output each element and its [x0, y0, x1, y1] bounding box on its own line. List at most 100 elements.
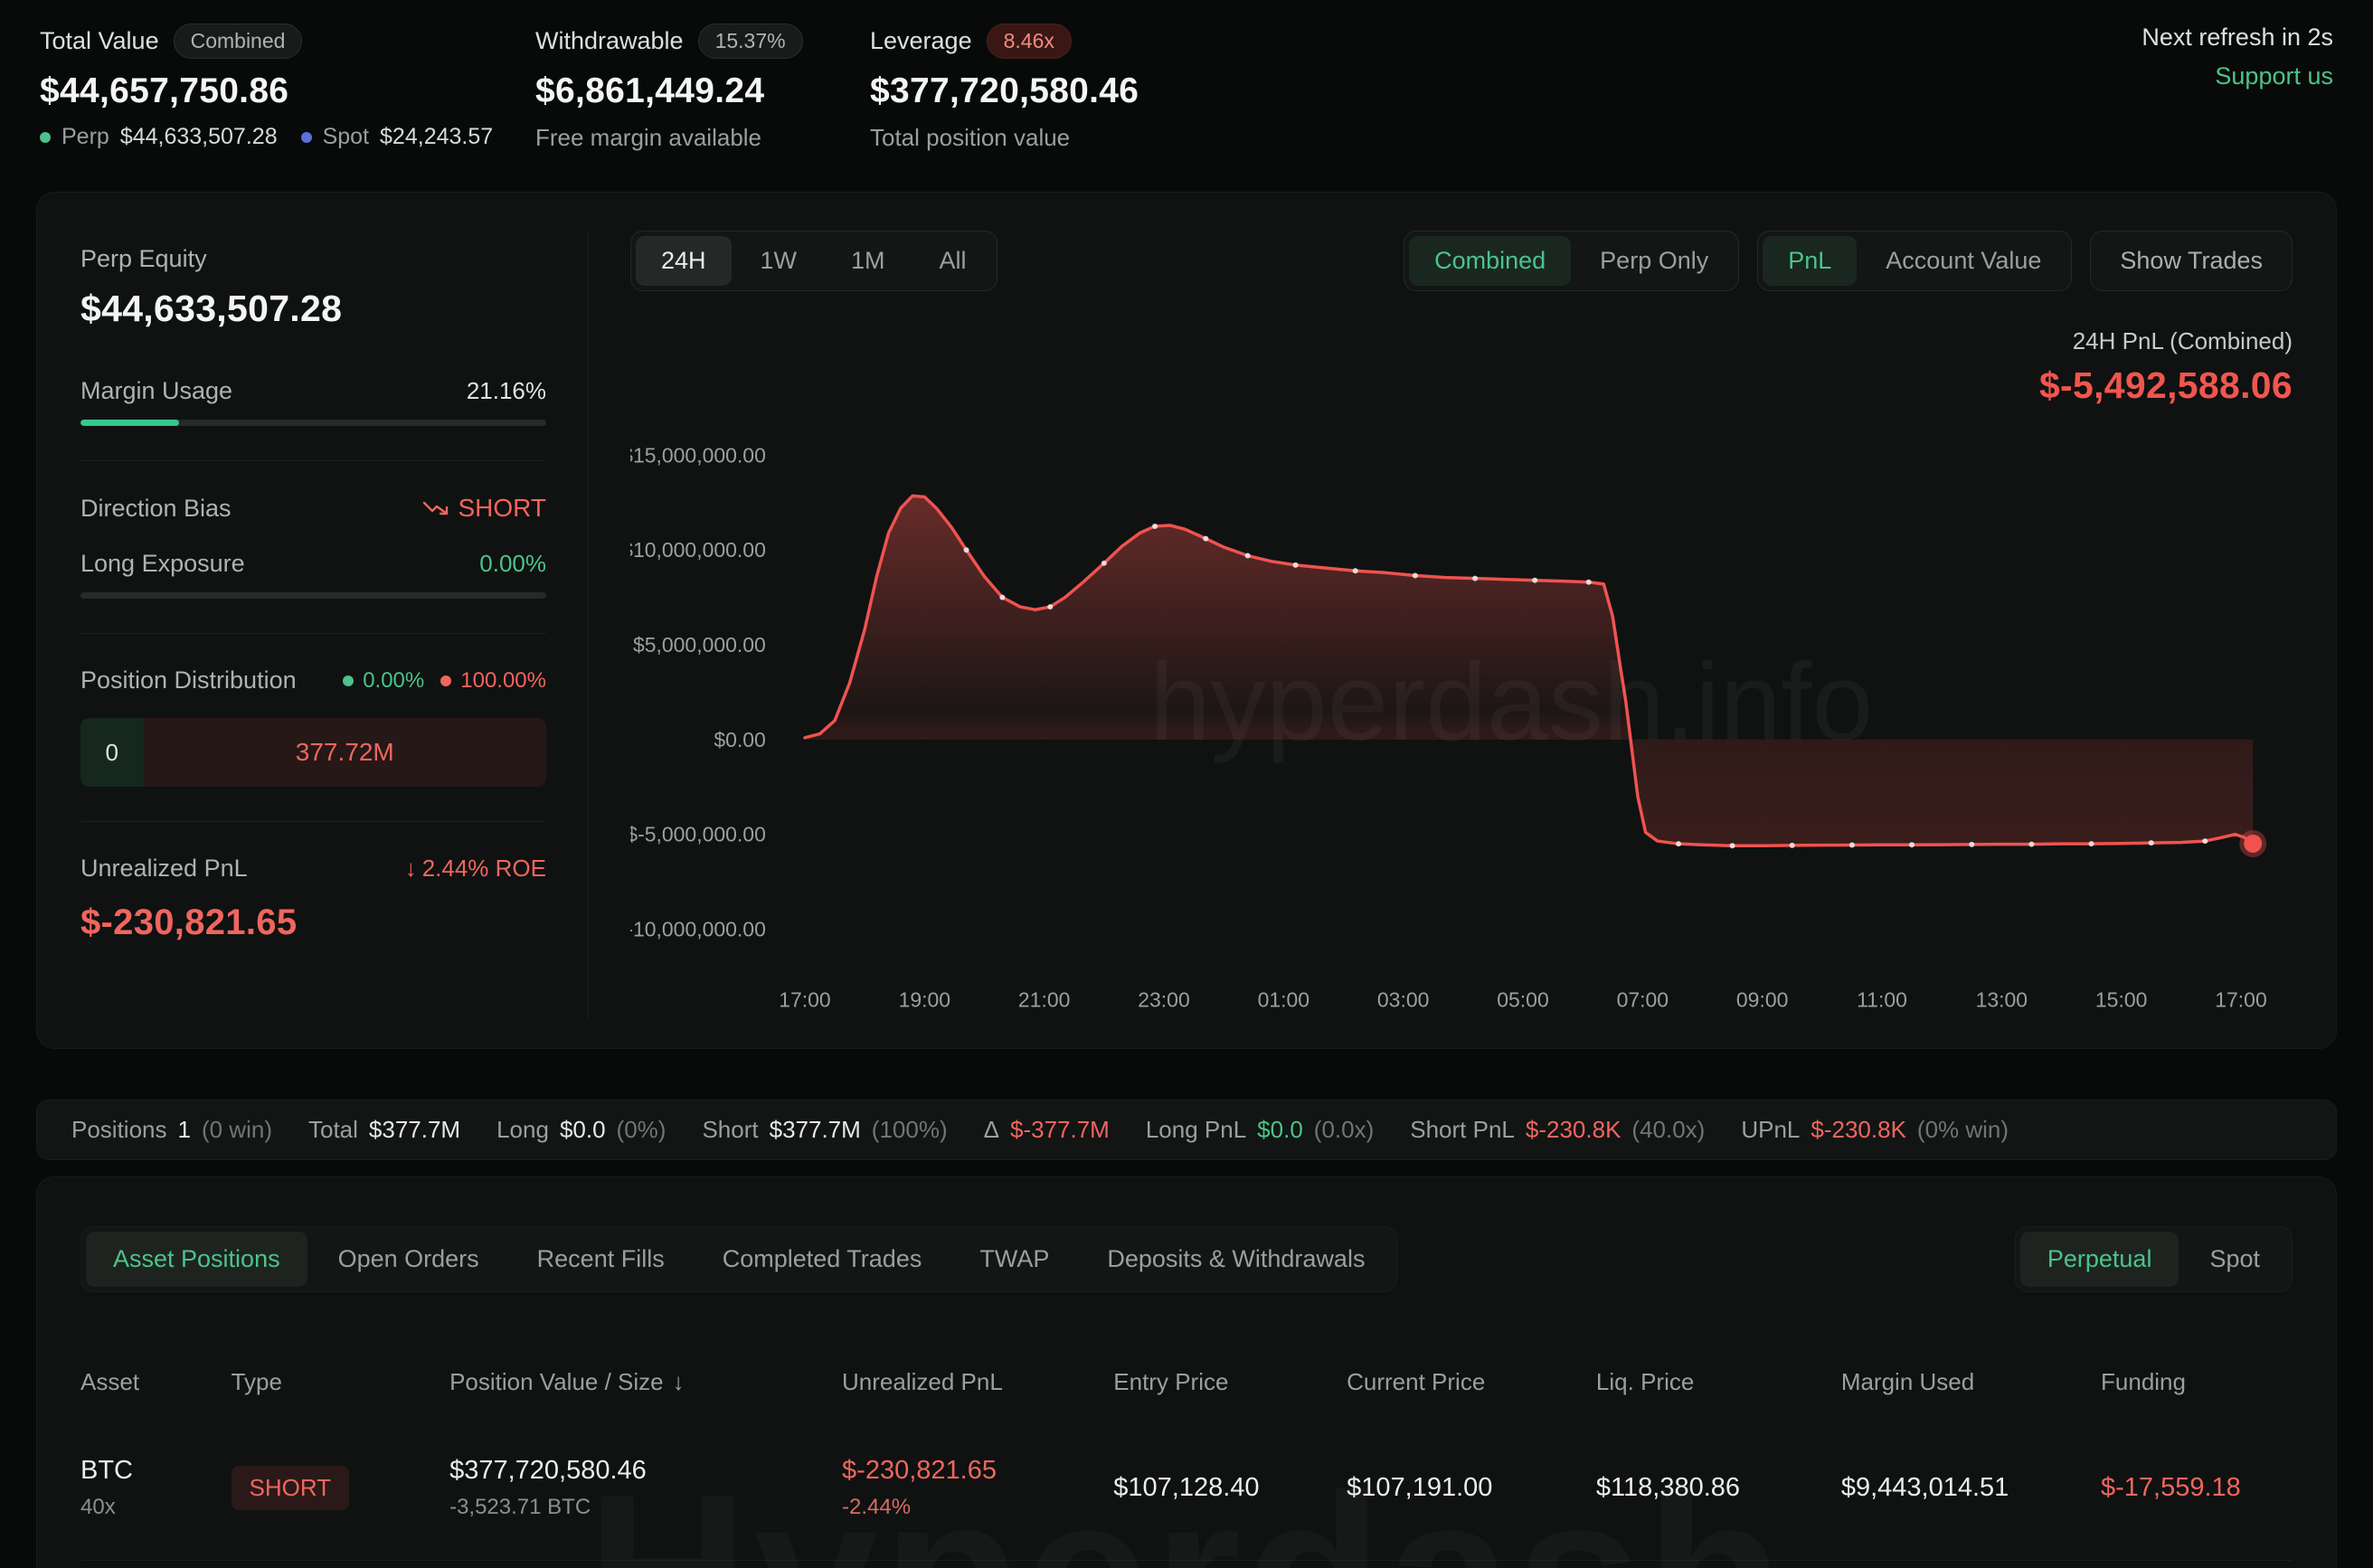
tab-completed-trades[interactable]: Completed Trades — [695, 1232, 950, 1287]
summary-long: Long $0.0 (0%) — [496, 1116, 666, 1144]
view-pnl[interactable]: PnL — [1763, 236, 1857, 286]
leverage-label: Leverage — [870, 27, 972, 55]
row-unrealized-pnl-pct: -2.44% — [842, 1495, 1104, 1520]
position-type-badge: SHORT — [232, 1466, 350, 1510]
asset-leverage: 40x — [80, 1495, 222, 1520]
mode-perp-only[interactable]: Perp Only — [1574, 236, 1734, 286]
trend-down-icon — [422, 500, 449, 516]
svg-text:15:00: 15:00 — [2095, 987, 2147, 1011]
col-type[interactable]: Type — [232, 1368, 441, 1396]
svg-text:03:00: 03:00 — [1377, 987, 1429, 1011]
row-liq-price: $118,380.86 — [1596, 1473, 1832, 1503]
svg-text:17:00: 17:00 — [779, 987, 830, 1011]
spot-dot-icon — [301, 132, 312, 143]
svg-text:07:00: 07:00 — [1617, 987, 1669, 1011]
row-entry-price: $107,128.40 — [1113, 1473, 1338, 1503]
tab-deposits-withdrawals[interactable]: Deposits & Withdrawals — [1080, 1232, 1392, 1287]
withdrawable-label: Withdrawable — [535, 27, 684, 55]
sort-desc-icon: ↓ — [673, 1368, 685, 1395]
view-account-value[interactable]: Account Value — [1860, 236, 2066, 286]
summary-upnl: UPnL $-230.8K (0% win) — [1741, 1116, 2009, 1144]
refresh-countdown: Next refresh in 2s — [2141, 24, 2333, 52]
margin-usage-label: Margin Usage — [80, 377, 232, 405]
roe-value: 2.44% ROE — [422, 855, 546, 883]
spot-value: $24,243.57 — [380, 124, 493, 150]
position-distribution-label: Position Distribution — [80, 666, 297, 694]
col-current-price[interactable]: Current Price — [1347, 1368, 1587, 1396]
mode-combined[interactable]: Combined — [1409, 236, 1571, 286]
svg-text:13:00: 13:00 — [1976, 987, 2028, 1011]
summary-long-pnl: Long PnL $0.0 (0.0x) — [1146, 1116, 1374, 1144]
unrealized-pnl-value: $-230,821.65 — [80, 902, 546, 943]
toggle-spot[interactable]: Spot — [2182, 1232, 2287, 1287]
positions-table: Asset Type Position Value / Size↓ Unreal… — [80, 1368, 2293, 1561]
margin-usage-fill — [80, 420, 179, 426]
range-all[interactable]: All — [914, 236, 992, 286]
margin-usage-bar — [80, 420, 546, 426]
total-value-metric: Total Value Combined $44,657,750.86 Perp… — [40, 24, 535, 150]
row-current-price: $107,191.00 — [1347, 1473, 1587, 1503]
show-trades-button[interactable]: Show Trades — [2090, 231, 2293, 291]
range-1m[interactable]: 1M — [826, 236, 911, 286]
row-unrealized-pnl: $-230,821.65 — [842, 1456, 1104, 1486]
long-exposure-value: 0.00% — [479, 550, 546, 578]
svg-text:21:00: 21:00 — [1018, 987, 1070, 1011]
long-exposure-bar — [80, 592, 546, 599]
range-1w[interactable]: 1W — [735, 236, 823, 286]
col-liq-price[interactable]: Liq. Price — [1596, 1368, 1832, 1396]
pnl-chart-area: hyperdash.info $15,000,000.00$10,000,000… — [630, 411, 2293, 1043]
svg-text:$0.00: $0.00 — [714, 728, 765, 751]
positions-summary-bar: Positions 1 (0 win) Total $377.7M Long $… — [36, 1100, 2337, 1160]
chart-panel: 24H 1W 1M All Combined Perp Only PnL Acc… — [589, 231, 2293, 1021]
col-asset[interactable]: Asset — [80, 1368, 222, 1396]
tab-twap[interactable]: TWAP — [952, 1232, 1076, 1287]
position-distribution-bar: 0 377.72M — [80, 718, 546, 787]
portfolio-card: Perp Equity $44,633,507.28 Margin Usage … — [36, 192, 2337, 1049]
col-entry-price[interactable]: Entry Price — [1113, 1368, 1338, 1396]
toggle-perpetual[interactable]: Perpetual — [2020, 1232, 2179, 1287]
direction-bias-label: Direction Bias — [80, 495, 232, 523]
leverage-metric: Leverage 8.46x $377,720,580.46 Total pos… — [870, 24, 1139, 152]
table-row[interactable]: BTC 40x SHORT $377,720,580.46 -3,523.71 … — [80, 1456, 2293, 1561]
col-position-value[interactable]: Position Value / Size↓ — [449, 1368, 833, 1396]
perp-equity-label: Perp Equity — [80, 245, 546, 273]
summary-delta: Δ $-377.7M — [984, 1116, 1110, 1144]
table-header-row: Asset Type Position Value / Size↓ Unreal… — [80, 1368, 2293, 1396]
tab-asset-positions[interactable]: Asset Positions — [86, 1232, 307, 1287]
distribution-long-segment: 0 — [80, 718, 144, 787]
unrealized-pnl-label: Unrealized PnL — [80, 855, 248, 883]
leverage-amount: $377,720,580.46 — [870, 71, 1139, 111]
svg-text:$10,000,000.00: $10,000,000.00 — [630, 538, 766, 562]
leverage-sub: Total position value — [870, 124, 1139, 152]
svg-text:$-5,000,000.00: $-5,000,000.00 — [630, 823, 766, 846]
range-24h[interactable]: 24H — [636, 236, 732, 286]
spot-label: Spot — [323, 124, 369, 150]
time-range-selector: 24H 1W 1M All — [630, 231, 997, 291]
pnl-readout-label: 24H PnL (Combined) — [630, 327, 2293, 355]
pnl-chart[interactable]: $15,000,000.00$10,000,000.00$5,000,000.0… — [630, 411, 2293, 1043]
col-margin-used[interactable]: Margin Used — [1841, 1368, 2092, 1396]
svg-text:$-10,000,000.00: $-10,000,000.00 — [630, 918, 766, 941]
roe-down-arrow-icon: ↓ — [405, 855, 417, 883]
col-funding[interactable]: Funding — [2101, 1368, 2293, 1396]
withdrawable-metric: Withdrawable 15.37% $6,861,449.24 Free m… — [535, 24, 870, 152]
perp-label: Perp — [61, 124, 109, 150]
row-funding: $-17,559.18 — [2101, 1473, 2293, 1503]
positions-card: Asset Positions Open Orders Recent Fills… — [36, 1176, 2337, 1568]
support-us-link[interactable]: Support us — [2141, 62, 2333, 90]
svg-text:05:00: 05:00 — [1497, 987, 1548, 1011]
tab-recent-fills[interactable]: Recent Fills — [510, 1232, 692, 1287]
perp-dot-icon — [40, 132, 51, 143]
mode-selector: Combined Perp Only — [1404, 231, 1739, 291]
tab-open-orders[interactable]: Open Orders — [311, 1232, 506, 1287]
svg-text:19:00: 19:00 — [899, 987, 950, 1011]
long-legend-dot-icon — [343, 675, 354, 686]
col-unrealized-pnl[interactable]: Unrealized PnL — [842, 1368, 1104, 1396]
view-selector: PnL Account Value — [1757, 231, 2072, 291]
svg-text:09:00: 09:00 — [1736, 987, 1788, 1011]
svg-text:$5,000,000.00: $5,000,000.00 — [633, 633, 766, 656]
summary-total: Total $377.7M — [308, 1116, 460, 1144]
top-metrics-bar: Total Value Combined $44,657,750.86 Perp… — [0, 0, 2373, 152]
summary-short: Short $377.7M (100%) — [702, 1116, 947, 1144]
short-pct: 100.00% — [460, 668, 546, 694]
